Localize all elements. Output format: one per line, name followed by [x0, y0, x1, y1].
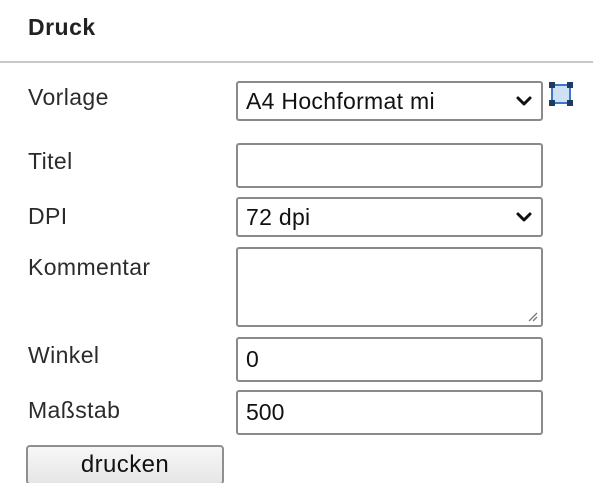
- winkel-input[interactable]: 0: [236, 337, 543, 382]
- print-button[interactable]: drucken: [26, 445, 224, 483]
- titel-label: Titel: [28, 148, 73, 174]
- dpi-selected-value: 72 dpi: [246, 203, 311, 230]
- massstab-input[interactable]: 500: [236, 390, 543, 435]
- vorlage-select[interactable]: A4 Hochformat mi: [236, 81, 543, 121]
- winkel-label: Winkel: [28, 342, 100, 368]
- resize-grip-icon[interactable]: [526, 310, 538, 322]
- dpi-select[interactable]: 72 dpi: [236, 197, 543, 237]
- title-divider: [0, 61, 593, 63]
- square-selection-icon[interactable]: [549, 82, 573, 106]
- chevron-down-icon: [516, 212, 532, 222]
- print-panel: Druck Vorlage A4 Hochformat mi Titel DPI…: [0, 0, 593, 483]
- kommentar-label: Kommentar: [28, 254, 151, 280]
- kommentar-textarea[interactable]: [236, 247, 543, 327]
- dpi-label: DPI: [28, 203, 68, 229]
- massstab-label: Maßstab: [28, 397, 121, 423]
- vorlage-label: Vorlage: [28, 84, 109, 110]
- panel-title: Druck: [28, 14, 96, 40]
- titel-input[interactable]: [236, 143, 543, 188]
- vorlage-selected-value: A4 Hochformat mi: [246, 87, 435, 114]
- chevron-down-icon: [516, 96, 532, 106]
